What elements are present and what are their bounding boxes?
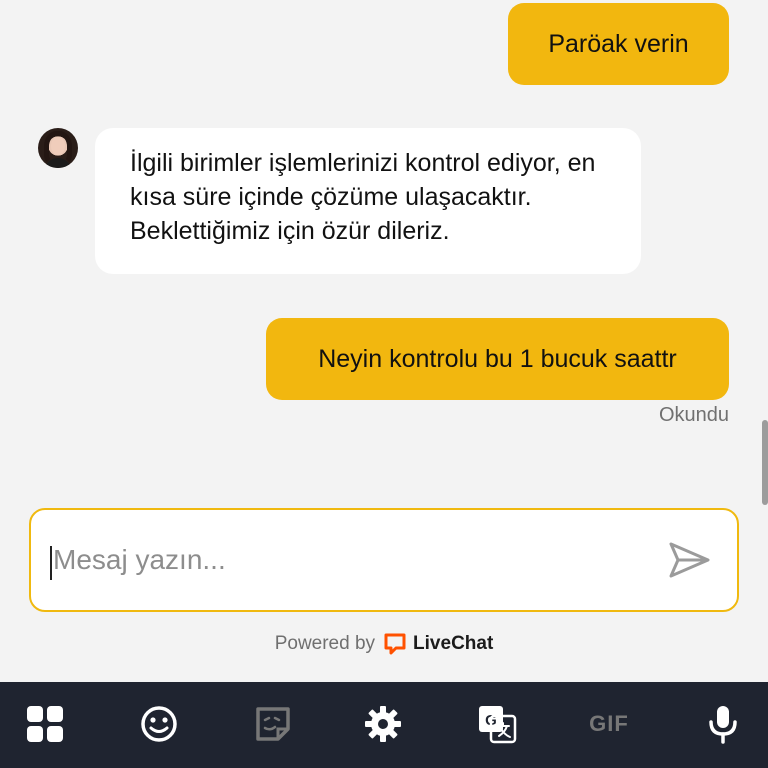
read-status: Okundu [658,404,729,426]
livechat-logo-icon [384,633,406,655]
microphone-icon[interactable] [702,703,744,745]
livechat-link[interactable]: LiveChat [383,632,493,656]
scrollbar[interactable] [762,420,768,505]
sticker-icon[interactable] [252,703,294,745]
message-bubble-received[interactable]: İlgili birimler işlemlerinizi kontrol ed… [95,128,641,274]
message-composer [29,508,739,612]
powered-by-text: Powered by [274,633,376,654]
emoji-icon[interactable] [138,703,180,745]
agent-avatar [38,128,78,168]
livechat-brand-label: LiveChat [413,633,494,654]
message-bubble-sent[interactable]: Paröak verin [508,3,729,85]
send-icon[interactable] [666,540,712,580]
gif-button[interactable]: GIF [586,703,632,745]
message-bubble-sent[interactable]: Neyin kontrolu bu 1 bucuk saattr [266,318,729,400]
translate-icon[interactable]: G [476,703,518,745]
powered-by-footer: Powered by LiveChat [0,632,768,656]
message-input[interactable] [51,510,653,610]
apps-grid-icon[interactable] [24,703,66,745]
settings-gear-icon[interactable] [362,703,404,745]
